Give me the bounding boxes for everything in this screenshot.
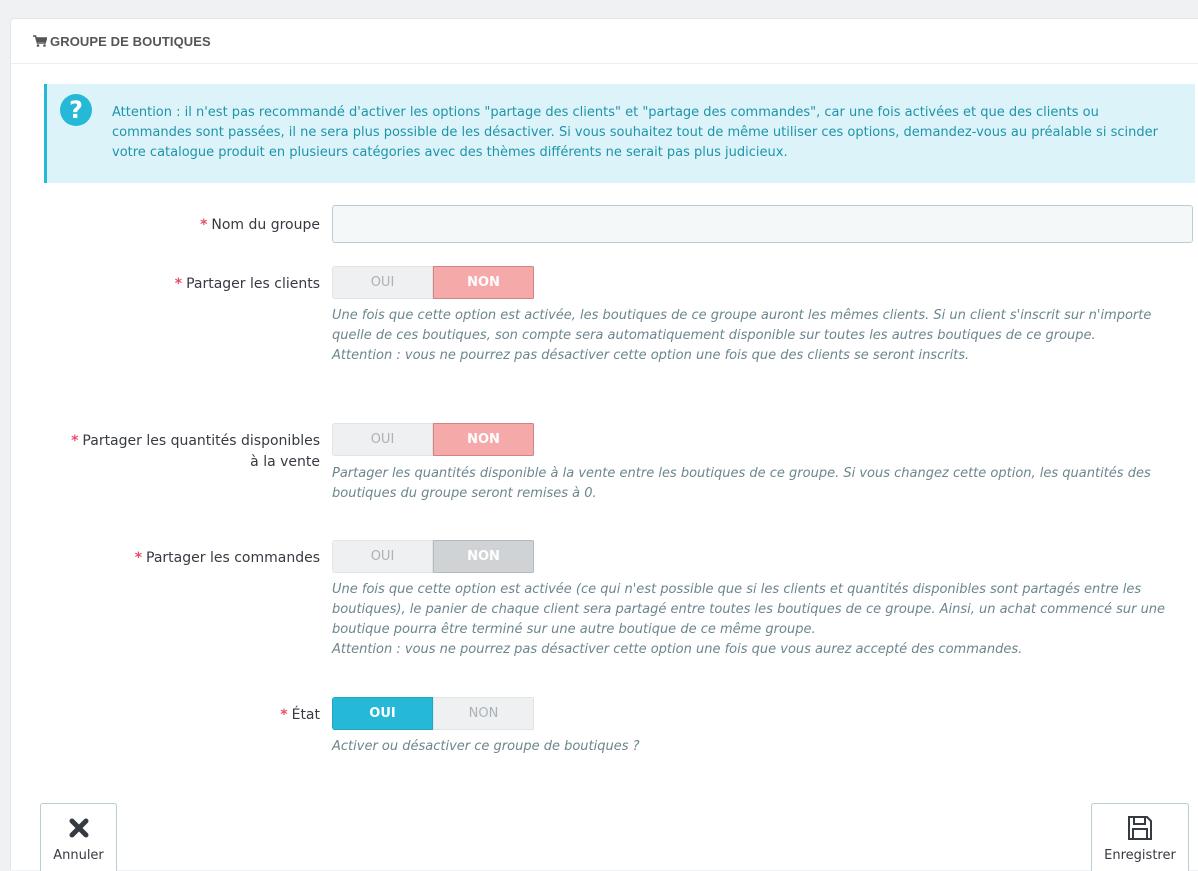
save-label: Enregistrer — [1104, 848, 1176, 863]
save-button[interactable]: Enregistrer — [1091, 803, 1189, 871]
share-customers-toggle[interactable]: OUI NON — [332, 266, 535, 299]
shopping-cart-icon — [33, 35, 47, 47]
required-marker: * — [134, 550, 143, 566]
required-marker: * — [174, 276, 183, 292]
share-customers-yes[interactable]: OUI — [332, 266, 433, 299]
required-marker: * — [200, 217, 208, 233]
question-icon: ? — [60, 94, 92, 126]
status-yes[interactable]: OUI — [332, 697, 433, 730]
info-alert: ? Attention : il n'est pas recommandé d'… — [44, 84, 1195, 183]
save-icon — [1126, 814, 1154, 842]
shop-group-panel: GROUPE DE BOUTIQUES ? Attention : il n'e… — [10, 18, 1198, 871]
share-stock-no[interactable]: NON — [433, 423, 534, 456]
panel-title: GROUPE DE BOUTIQUES — [50, 33, 211, 49]
share-customers-no[interactable]: NON — [433, 266, 534, 299]
group-name-label: * Nom du groupe — [200, 217, 320, 233]
share-orders-help: Une fois que cette option est activée (c… — [332, 582, 1166, 657]
close-icon — [68, 814, 90, 842]
share-customers-label: * Partager les clients — [174, 276, 320, 292]
status-help: Activer ou désactiver ce groupe de bouti… — [332, 739, 640, 754]
share-orders-label: * Partager les commandes — [134, 550, 320, 566]
share-stock-help: Partager les quantités disponible à la v… — [332, 466, 1151, 501]
status-label: * État — [280, 707, 320, 723]
share-orders-no[interactable]: NON — [433, 540, 534, 573]
cancel-label: Annuler — [53, 848, 104, 863]
share-orders-yes[interactable]: OUI — [332, 540, 433, 573]
panel-heading: GROUPE DE BOUTIQUES — [11, 19, 1198, 64]
share-orders-toggle[interactable]: OUI NON — [332, 540, 535, 573]
cancel-button[interactable]: Annuler — [40, 803, 117, 871]
share-stock-yes[interactable]: OUI — [332, 423, 433, 456]
share-stock-toggle[interactable]: OUI NON — [332, 423, 535, 456]
required-marker: * — [71, 433, 79, 449]
required-marker: * — [280, 707, 288, 723]
group-name-input[interactable] — [332, 205, 1193, 243]
status-toggle[interactable]: OUI NON — [332, 697, 535, 730]
share-customers-help: Une fois que cette option est activée, l… — [332, 308, 1152, 363]
share-stock-label: * Partager les quantités disponibles à la… — [71, 433, 320, 470]
status-no[interactable]: NON — [433, 697, 534, 730]
alert-text: Attention : il n'est pas recommandé d'ac… — [112, 105, 1158, 160]
